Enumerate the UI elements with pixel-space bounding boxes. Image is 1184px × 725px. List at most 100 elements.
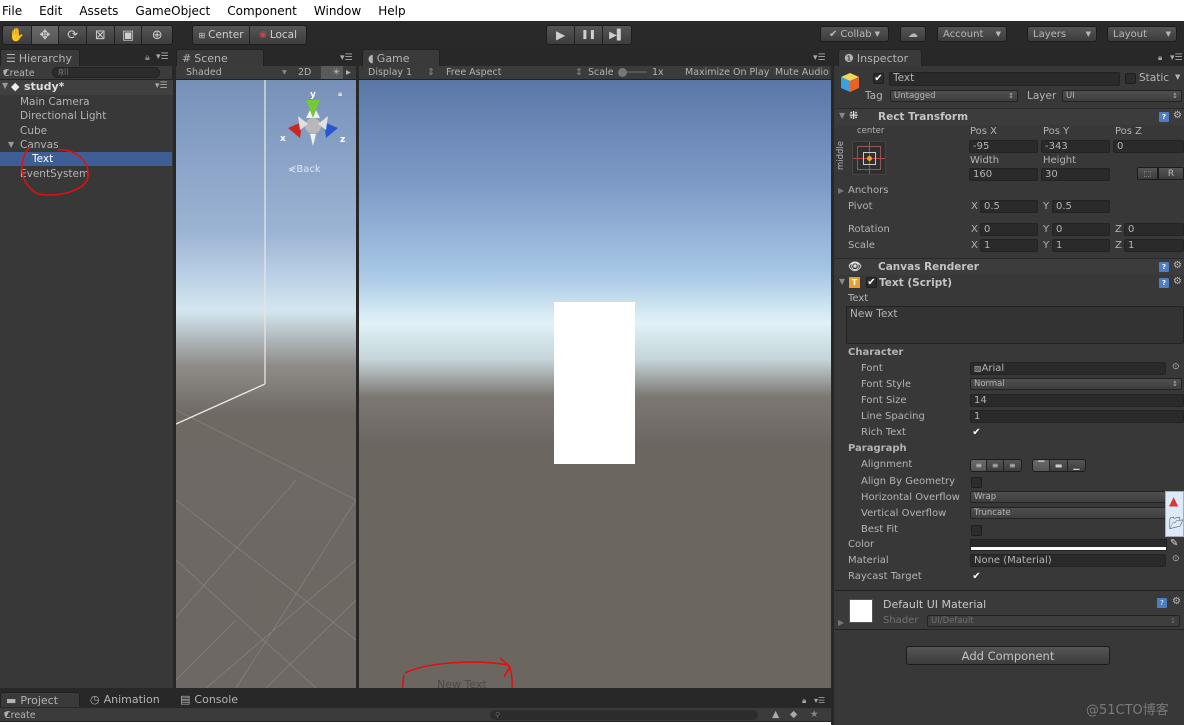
hierarchy-item-directional-light[interactable]: Directional Light [0, 109, 172, 123]
mute-audio-toggle[interactable]: Mute Audio [775, 67, 829, 78]
collab-button[interactable]: ✔ Collab ▼ [820, 26, 889, 42]
shading-mode-dropdown[interactable]: Shaded [186, 67, 222, 78]
pos-z-input[interactable]: 0 [1113, 140, 1184, 153]
align-right-button[interactable]: ≡ [1003, 460, 1021, 471]
raycast-target-checkbox[interactable]: ✔ [971, 572, 982, 583]
app-logo-icon[interactable]: ▲ [1169, 494, 1178, 508]
help-icon[interactable]: ? [1159, 112, 1169, 122]
help-icon[interactable]: ? [1157, 598, 1167, 608]
step-button[interactable]: ▶▌ [602, 26, 631, 44]
expand-arrow-icon[interactable]: ▶ [838, 186, 844, 195]
shader-dropdown[interactable]: UI/Default [927, 615, 1180, 627]
expand-arrow-icon[interactable]: ▶ [838, 618, 844, 627]
pause-button[interactable]: ❚❚ [575, 26, 603, 44]
layers-dropdown[interactable]: Layers ▼ [1027, 26, 1097, 42]
menu-component[interactable]: Component [227, 4, 297, 18]
text-script-header[interactable]: ▼ T ✔ Text (Script) ? ⚙ [835, 275, 1184, 292]
width-input[interactable]: 160 [969, 168, 1038, 181]
filter-type-icon[interactable]: ▲ [772, 709, 779, 720]
game-viewport[interactable]: New Text [359, 80, 831, 688]
gear-icon[interactable]: ⚙ [1172, 596, 1181, 607]
account-dropdown[interactable]: Account ▼ [937, 26, 1007, 42]
layout-dropdown[interactable]: Layout ▼ [1107, 26, 1177, 42]
menu-gameobject[interactable]: GameObject [135, 4, 210, 18]
text-enabled-checkbox[interactable]: ✔ [866, 277, 877, 288]
project-create-dropdown[interactable]: Create ▾ [4, 709, 36, 721]
align-top-button[interactable]: ▔ [1033, 460, 1051, 471]
gear-icon[interactable]: ⚙ [1173, 276, 1182, 287]
tab-scene[interactable]: # Scene [176, 49, 264, 66]
help-icon[interactable]: ? [1159, 278, 1169, 288]
canvas-renderer-header[interactable]: 👁︎ Canvas Renderer ? ⚙ [835, 258, 1184, 275]
align-center-button[interactable]: ≡ [987, 460, 1004, 471]
menu-assets[interactable]: Assets [79, 4, 118, 18]
aspect-dropdown[interactable]: Free Aspect [446, 67, 501, 78]
color-field[interactable] [970, 539, 1167, 551]
hand-tool-button[interactable]: ✋ [3, 26, 32, 44]
line-spacing-input[interactable]: 1 [970, 410, 1184, 423]
height-input[interactable]: 30 [1041, 168, 1110, 181]
hierarchy-item-main-camera[interactable]: Main Camera [0, 95, 172, 109]
object-name-input[interactable]: Text [889, 72, 1120, 86]
scene-viewport[interactable]: y x z 🔒︎ ⋞Back [176, 80, 356, 688]
rotation-z-input[interactable]: 0 [1124, 223, 1184, 236]
static-checkbox[interactable] [1125, 73, 1136, 84]
scale-tool-button[interactable]: ⊠ [87, 26, 115, 44]
lock-icon[interactable]: 🔒︎ [145, 53, 150, 63]
scene-menu-icon[interactable]: ▾☰ [155, 81, 168, 91]
align-left-button[interactable]: ≡ [971, 460, 988, 471]
tab-hierarchy[interactable]: ☰ Hierarchy [0, 49, 80, 66]
tag-dropdown[interactable]: Untagged [890, 90, 1018, 102]
help-icon[interactable]: ? [1159, 262, 1169, 272]
pivot-local-button[interactable]: ◉ Local [250, 26, 306, 44]
lock-icon[interactable]: 🔒︎ [1158, 53, 1162, 63]
scale-y-input[interactable]: 1 [1052, 239, 1110, 252]
gear-icon[interactable]: ⚙ [1173, 260, 1182, 271]
gear-icon[interactable]: ⚙ [1173, 110, 1182, 121]
rotation-y-input[interactable]: 0 [1052, 223, 1110, 236]
font-size-input[interactable]: 14 [970, 394, 1184, 407]
blueprint-mode-button[interactable]: ⬚ [1137, 167, 1158, 180]
filter-label-icon[interactable]: ◆ [790, 709, 797, 720]
more-icon[interactable]: ▸ [346, 67, 351, 78]
tab-game[interactable]: ◖ Game [362, 49, 440, 66]
object-picker-icon[interactable]: ⊙ [1172, 554, 1180, 564]
2d-toggle[interactable]: 2D [298, 67, 311, 78]
scale-x-input[interactable]: 1 [980, 239, 1038, 252]
expand-arrow-icon[interactable]: ▼ [839, 111, 845, 120]
raw-edit-button[interactable]: R [1158, 167, 1184, 180]
pivot-y-input[interactable]: 0.5 [1052, 200, 1110, 213]
rect-tool-button[interactable]: ▣ [114, 26, 143, 44]
move-tool-button[interactable]: ✥ [31, 26, 60, 44]
align-bottom-button[interactable]: ▁ [1067, 460, 1085, 471]
hierarchy-search-input[interactable]: ⚲ All [52, 67, 160, 78]
favorite-star-icon[interactable]: ★ [810, 709, 819, 720]
rotate-tool-button[interactable]: ⟳ [59, 26, 87, 44]
hierarchy-item-cube[interactable]: Cube [0, 124, 172, 138]
material-object-field[interactable]: None (Material) [970, 554, 1166, 567]
lock-icon[interactable]: 🔒︎ [802, 696, 806, 706]
eyedropper-icon[interactable]: ✎ [1170, 538, 1178, 549]
menu-window[interactable]: Window [314, 4, 361, 18]
align-by-geometry-checkbox[interactable] [971, 477, 982, 488]
rotation-x-input[interactable]: 0 [980, 223, 1038, 236]
scale-slider-handle[interactable] [618, 68, 627, 77]
transform-tool-button[interactable]: ⊕ [142, 26, 172, 44]
pivot-x-input[interactable]: 0.5 [980, 200, 1038, 213]
back-view-label[interactable]: ⋞Back [288, 164, 321, 175]
panel-menu-icon[interactable]: ▾☰ [1170, 53, 1183, 63]
folder-open-icon[interactable]: 📂︎ [1169, 516, 1184, 530]
play-button[interactable]: ▶ [547, 26, 576, 44]
anchor-preset-button[interactable] [852, 141, 886, 175]
panel-menu-icon[interactable]: ▾☰ [814, 696, 825, 705]
scene-root-row[interactable]: ▼ ◆ study* ▾☰ [0, 80, 173, 95]
expand-arrow-icon[interactable]: ▼ [8, 138, 14, 152]
lighting-toggle[interactable]: ☀ [321, 66, 343, 79]
object-picker-icon[interactable]: ⊙ [1172, 362, 1180, 372]
anchors-foldout[interactable]: Anchors [848, 185, 888, 196]
scale-z-input[interactable]: 1 [1124, 239, 1184, 252]
font-style-dropdown[interactable]: Normal [970, 378, 1182, 390]
align-middle-button[interactable]: ▬ [1050, 460, 1068, 471]
horizontal-overflow-dropdown[interactable]: Wrap [970, 491, 1182, 503]
panel-menu-icon[interactable]: ▾☰ [340, 53, 353, 63]
